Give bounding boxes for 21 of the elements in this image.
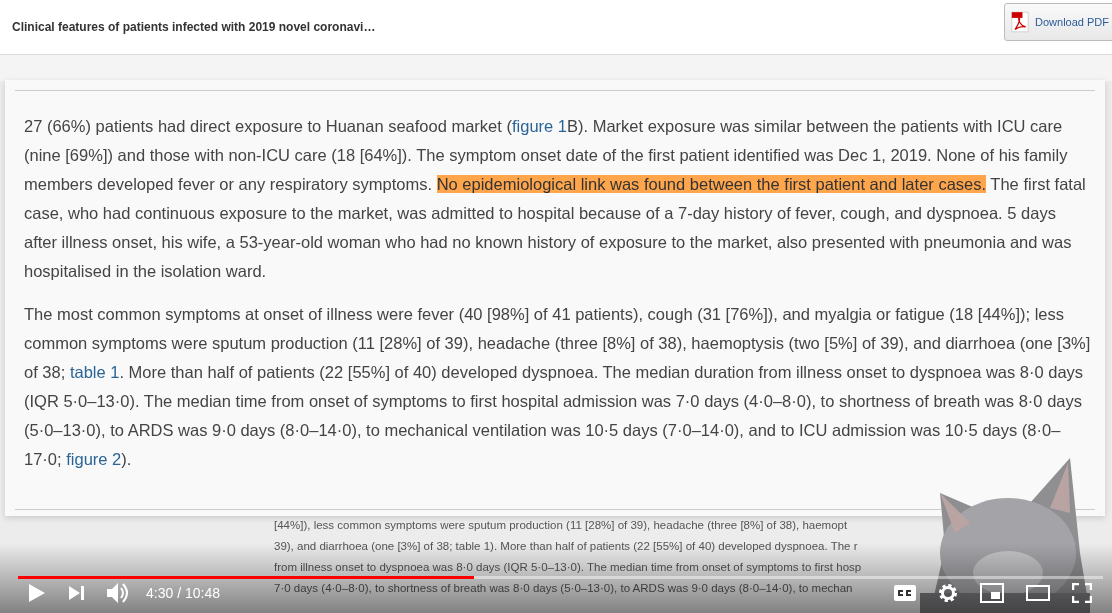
next-icon[interactable] (68, 585, 84, 601)
captions-icon[interactable] (894, 585, 916, 601)
text-line: 39), and diarrhoea (one [3%] of 38; table 1). More than half of patients (22 [55%] of 40) developed dyspnoea. The r (274, 539, 858, 554)
link[interactable]: table 1 (69, 363, 120, 381)
fullscreen-icon[interactable] (1072, 583, 1092, 603)
miniplayer-icon[interactable] (980, 583, 1004, 603)
text-line: 7·0 days (4·0–8·0), to shortness of breath was 8·0 days (5·0–13·0), to ARDS was 9·0 days (8·0–14·0), to mechan (274, 581, 853, 596)
paragraph: 27 (66%) patients had direct exposure to Huanan seafood market (figure 1B). Market exposure was similar between the patients with ICU care (nine [69%]) and those with non-ICU care (18 [64%]). The symptom onset date of the first patient identified was Dec 1, 2019. None of his family members developed fever or any respiratory symptoms. No epidemiological link was found between the first patient and later cases. The first fatal case, who had continuous exposure to the market, was admitted to hospital because of a 7-day history of fever, cough, and dyspnoea. 5 days after illness onset, his wife, a 53-year-old woman who had no known history of exposure to the market, also presented with pneumonia and was hospitalised in the isolation ward. (24, 116, 1087, 282)
pdf-icon (1011, 9, 1029, 35)
paragraph: The most common symptoms at onset of illness were fever (40 [98%] of 41 patients), cough (31 [76%]), and myalgia or fatigue (18 [44%]); less common symptoms were sputum production (11 [28%] of 39), headache (three [8%] of 38), haemoptysis (two [5%] of 39), and diarrhoea (one [3%] of 38; table 1. More than half of patients (22 [55%] of 40) developed dyspnoea. The median duration from illness onset to dyspnoea was 8·0 days (IQR 5·0–13·0). The median time from onset of symptoms to first hospital admission was 7·0 days (4·0–8·0), to shortness of breath was 8·0 days (5·0–13·0), to ARDS was 9·0 days (8·0–14·0), to mechanical ventilation was 10·5 days (7·0–14·0), and to ICU admission was 10·5 days (8·0–17·0; figure 2). (24, 304, 1091, 470)
time-display: 4:30 / 10:48 (146, 585, 220, 601)
download-pdf-button[interactable]: Download PDF (1004, 3, 1112, 41)
theater-mode-icon[interactable] (1026, 585, 1050, 601)
text-line: [44%]), less common symptoms were sputum production (11 [28%] of 39), headache (three [8%] of 38), haemopt (274, 518, 848, 533)
settings-icon[interactable] (938, 583, 958, 603)
volume-icon[interactable] (106, 582, 130, 604)
link[interactable]: figure 2 (66, 450, 122, 468)
link[interactable]: figure 1 (511, 117, 567, 135)
play-icon[interactable] (28, 583, 46, 603)
article-title: Clinical features of patients infected with 2019 novel coronavi… (12, 20, 376, 34)
text-line: from illness onset to dyspnoea was 8·0 days (IQR 5·0–13·0). The median time from onset of symptoms to first hosp (274, 560, 862, 575)
